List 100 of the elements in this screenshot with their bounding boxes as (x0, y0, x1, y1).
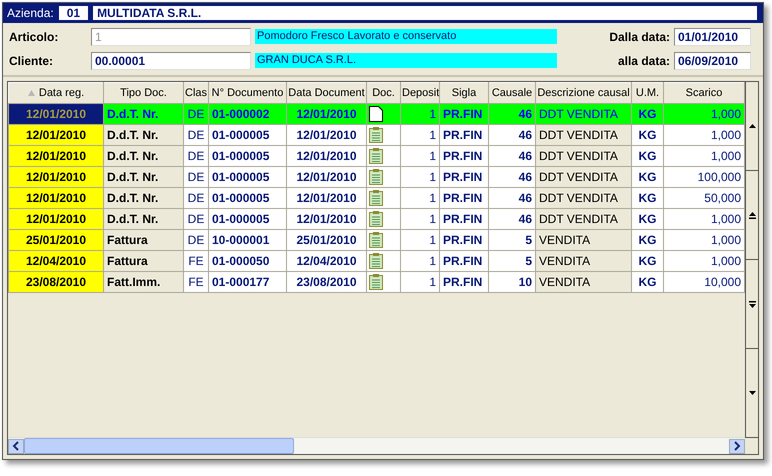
class-cell: DE (184, 208, 208, 230)
date-cell[interactable]: 25/01/2010 (8, 230, 104, 250)
reason-cell: 46 (488, 146, 536, 166)
to-date-field[interactable]: 06/09/2010 (674, 52, 751, 70)
code-cell: PR.FIN (440, 104, 488, 124)
deposit-cell: 1 (400, 104, 440, 124)
class-cell: DE (184, 146, 208, 166)
notepad-icon[interactable] (369, 253, 383, 269)
reason-desc-cell: DDT VENDITA (536, 166, 632, 188)
unit-cell: KG (632, 250, 664, 272)
article-description: Pomodoro Fresco Lavorato e conservato (255, 29, 557, 44)
doc-date-cell: 23/08/2010 (286, 272, 366, 292)
class-cell: DE (184, 230, 208, 250)
class-cell: FE (184, 272, 208, 292)
column-header[interactable]: Descrizione causal (536, 82, 632, 104)
column-header[interactable]: Data reg. (8, 82, 104, 104)
doc-number-cell: 01-000177 (208, 272, 286, 292)
date-cell[interactable]: 12/01/2010 (8, 208, 104, 230)
from-date-label: Dalla data: (608, 30, 670, 44)
reason-desc-cell: DDT VENDITA (536, 104, 632, 124)
doc-number-cell: 01-000005 (208, 124, 286, 146)
reason-desc-cell: VENDITA (536, 230, 632, 250)
code-cell: PR.FIN (440, 124, 488, 146)
scroll-left-button[interactable] (8, 438, 24, 454)
class-cell: DE (184, 104, 208, 124)
doc-date-cell: 12/01/2010 (286, 104, 366, 124)
from-date-field[interactable]: 01/01/2010 (674, 28, 751, 46)
doc-date-cell: 12/01/2010 (286, 188, 366, 208)
doc-date-cell: 25/01/2010 (286, 230, 366, 250)
up-arrow-icon (748, 124, 756, 128)
doc-type-cell: D.d.T. Nr. (104, 208, 184, 230)
column-header[interactable]: U.M. (632, 82, 664, 104)
down-arrow-icon (748, 391, 756, 395)
reason-cell: 46 (488, 188, 536, 208)
notepad-icon[interactable] (369, 274, 383, 290)
page-icon[interactable] (369, 106, 383, 122)
doc-date-cell: 12/01/2010 (286, 166, 366, 188)
unit-cell: KG (632, 146, 664, 166)
doc-type-cell: D.d.T. Nr. (104, 104, 184, 124)
horizontal-scrollbar[interactable] (8, 437, 745, 454)
code-cell: PR.FIN (440, 188, 488, 208)
notepad-icon[interactable] (369, 148, 383, 164)
date-cell[interactable]: 12/01/2010 (8, 188, 104, 208)
reason-desc-cell: DDT VENDITA (536, 208, 632, 230)
unit-cell: KG (632, 230, 664, 250)
column-header[interactable]: Doc. (366, 82, 400, 104)
deposit-cell: 1 (400, 208, 440, 230)
company-code: 01 (58, 6, 88, 20)
unit-cell: KG (632, 166, 664, 188)
unit-cell: KG (632, 124, 664, 146)
reason-cell: 5 (488, 230, 536, 250)
client-code-field[interactable]: 00.00001 (91, 52, 251, 70)
unit-cell: KG (632, 272, 664, 292)
client-description: GRAN DUCA S.R.L. (255, 53, 557, 68)
doc-date-cell: 12/01/2010 (286, 146, 366, 166)
doc-type-cell: D.d.T. Nr. (104, 188, 184, 208)
notepad-icon[interactable] (369, 211, 383, 227)
quantity-cell: 100,000 (664, 166, 744, 188)
doc-number-cell: 10-000001 (208, 230, 286, 250)
quantity-cell: 1,000 (664, 250, 744, 272)
doc-date-cell: 12/01/2010 (286, 208, 366, 230)
notepad-icon[interactable] (369, 127, 383, 143)
sort-icon (28, 90, 35, 96)
column-header[interactable]: Clas (184, 82, 208, 104)
doc-date-cell: 12/04/2010 (286, 250, 366, 272)
reason-desc-cell: VENDITA (536, 250, 632, 272)
notepad-icon[interactable] (369, 232, 383, 248)
code-cell: PR.FIN (440, 166, 488, 188)
date-cell[interactable]: 12/01/2010 (8, 166, 104, 188)
column-header[interactable]: Scarico (664, 82, 744, 104)
deposit-cell: 1 (400, 146, 440, 166)
quantity-cell: 1,000 (664, 104, 744, 124)
deposit-cell: 1 (400, 230, 440, 250)
unit-cell: KG (632, 188, 664, 208)
column-header[interactable]: Tipo Doc. (104, 82, 184, 104)
deposit-cell: 1 (400, 272, 440, 292)
date-cell[interactable]: 12/01/2010 (8, 146, 104, 166)
quantity-cell: 50,000 (664, 188, 744, 208)
code-cell: PR.FIN (440, 230, 488, 250)
date-cell[interactable]: 23/08/2010 (8, 272, 104, 292)
column-header[interactable]: Sigla (440, 82, 488, 104)
column-header[interactable]: Data Document (286, 82, 366, 104)
notepad-icon[interactable] (369, 169, 383, 185)
reason-desc-cell: DDT VENDITA (536, 124, 632, 146)
doc-number-cell: 01-000005 (208, 188, 286, 208)
quantity-cell: 10,000 (664, 272, 744, 292)
deposit-cell: 1 (400, 250, 440, 272)
date-cell[interactable]: 12/01/2010 (8, 124, 104, 146)
date-cell[interactable]: 12/01/2010 (8, 104, 104, 124)
code-cell: PR.FIN (440, 208, 488, 230)
column-header[interactable]: N° Documento (208, 82, 286, 104)
scroll-right-button[interactable] (729, 438, 745, 454)
doc-number-cell: 01-000005 (208, 208, 286, 230)
column-header[interactable]: Causale (488, 82, 536, 104)
company-name-field: MULTIDATA S.R.L. (93, 6, 757, 20)
date-cell[interactable]: 12/04/2010 (8, 250, 104, 272)
scroll-thumb[interactable] (24, 438, 294, 454)
class-cell: DE (184, 188, 208, 208)
doc-date-cell: 12/01/2010 (286, 124, 366, 146)
notepad-icon[interactable] (369, 190, 383, 206)
